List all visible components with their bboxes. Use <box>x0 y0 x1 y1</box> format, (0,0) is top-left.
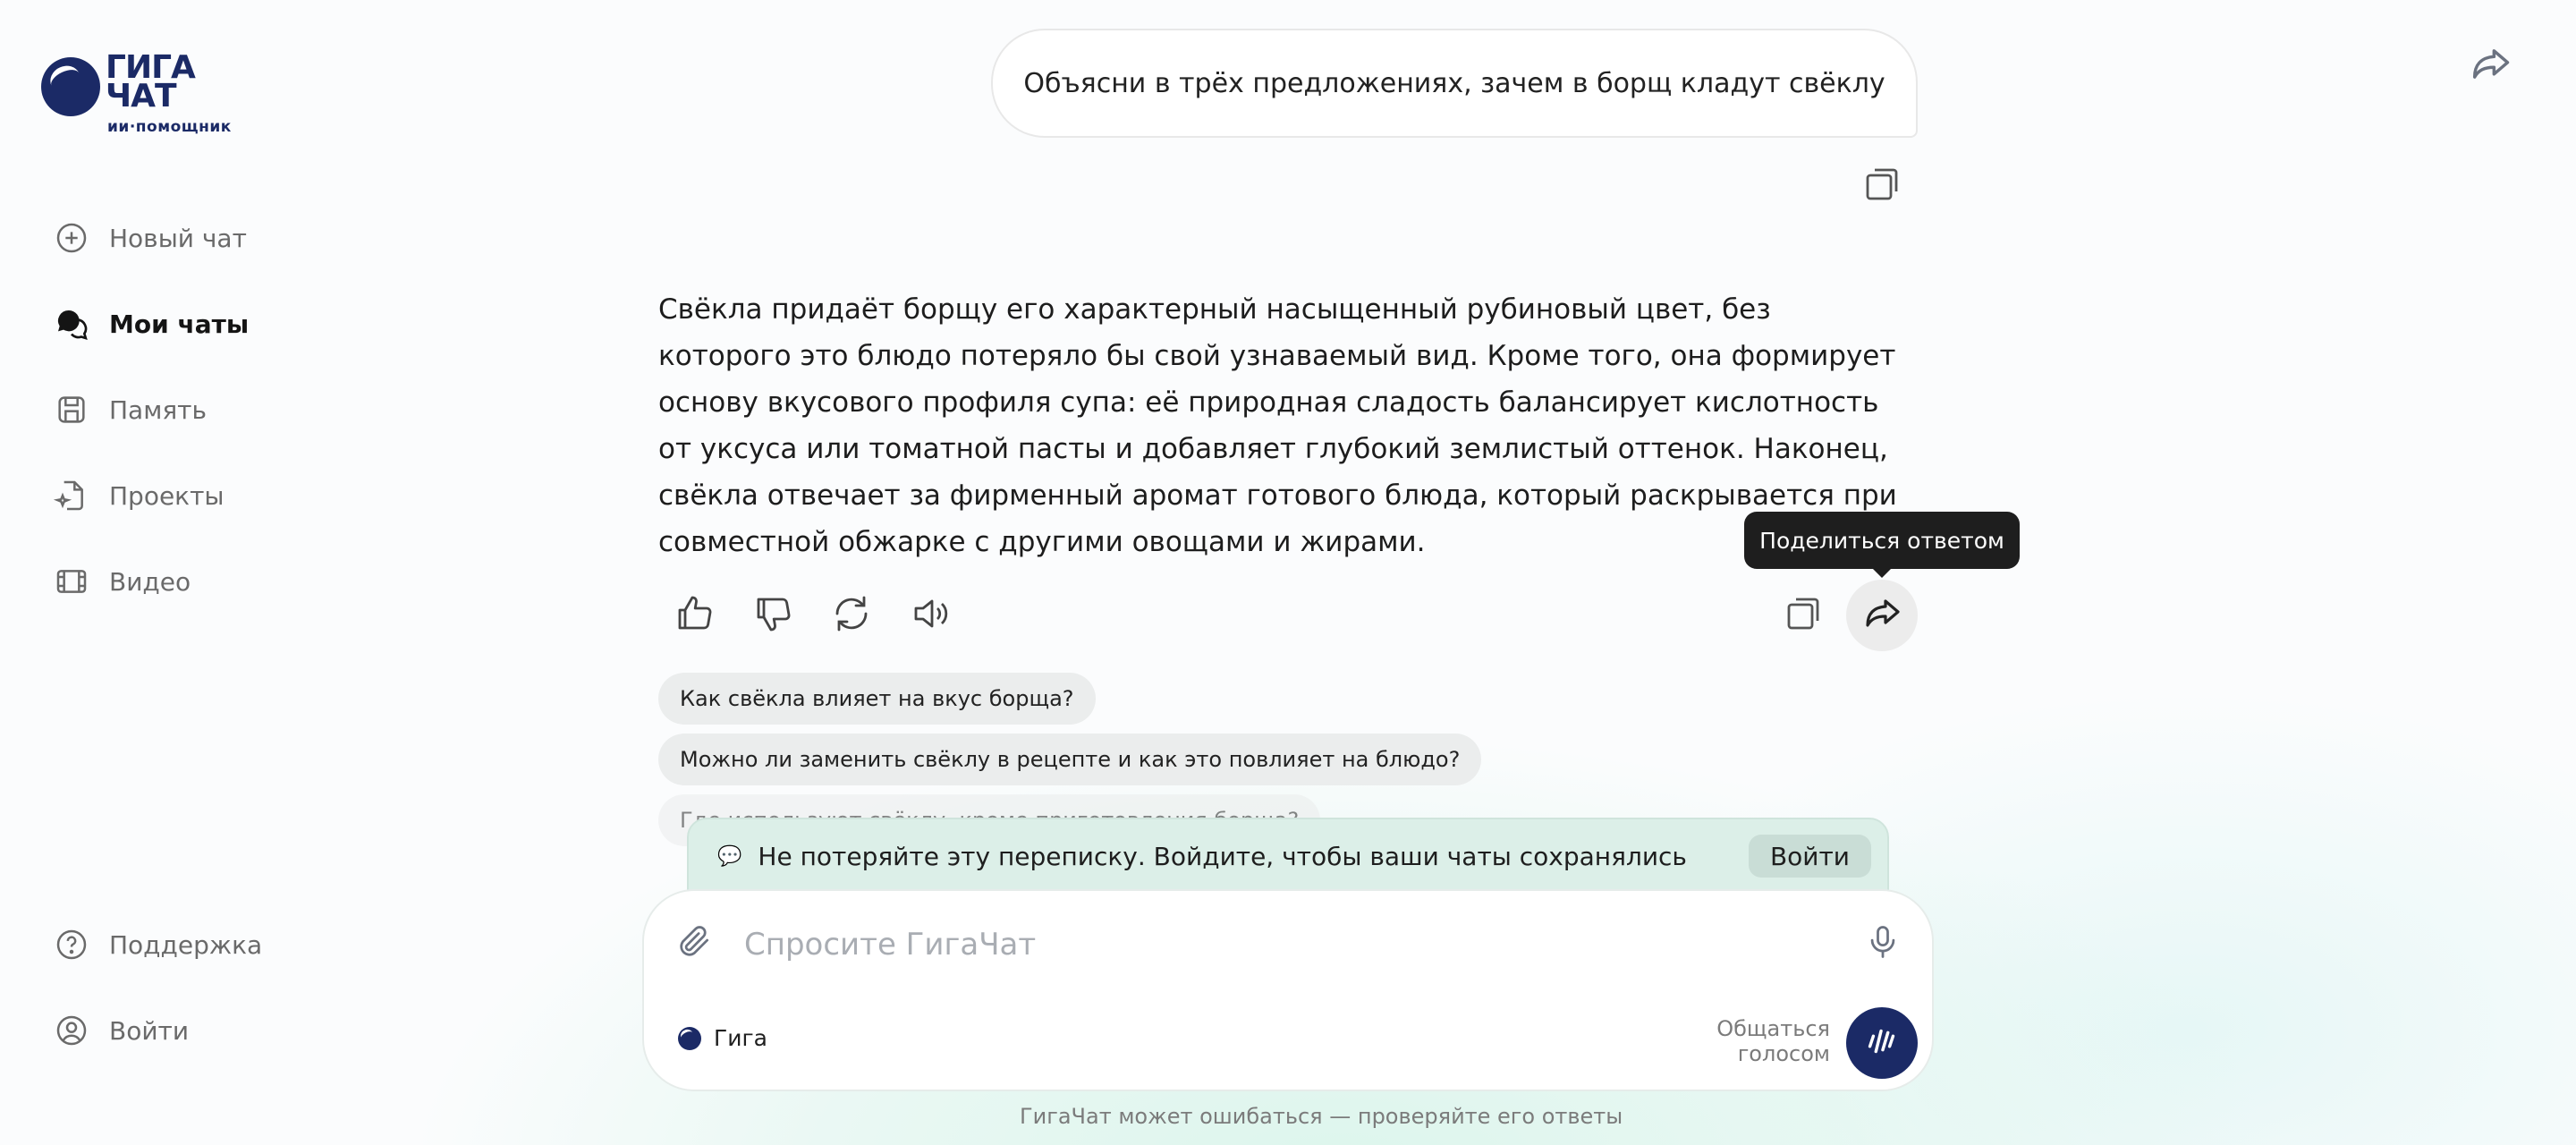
logo-badge-icon <box>41 57 100 116</box>
sidebar-item-login[interactable]: Войти <box>52 1005 338 1056</box>
film-icon <box>52 562 91 601</box>
thumbs-down-icon <box>751 592 794 639</box>
regenerate-button[interactable] <box>816 580 887 651</box>
suggestion-chip[interactable]: Как свёкла влияет на вкус борща? <box>658 673 1096 725</box>
gigachat-logo[interactable]: ГИГА ЧАТ ии·помощник <box>41 49 238 136</box>
sidebar-item-my-chats[interactable]: Мои чаты <box>52 299 338 349</box>
sidebar-nav: Новый чат Мои чаты Память Проекты Видео <box>52 213 338 606</box>
refresh-icon <box>830 592 873 639</box>
voice-label-line: голосом <box>1737 1041 1830 1066</box>
copy-answer-button[interactable] <box>1767 580 1839 651</box>
model-selector[interactable]: Гига <box>678 1025 767 1051</box>
sidebar-bottom-nav: Поддержка Войти <box>52 920 338 1056</box>
sidebar-item-label: Память <box>109 394 207 425</box>
banner-text: Не потеряйте эту переписку. Войдите, что… <box>758 841 1687 871</box>
like-button[interactable] <box>658 580 730 651</box>
giga-model-icon <box>678 1026 701 1050</box>
sidebar-item-support[interactable]: Поддержка <box>52 920 338 970</box>
sidebar-item-label: Новый чат <box>109 223 247 253</box>
share-answer-tooltip: Поделиться ответом <box>1744 512 2020 578</box>
user-circle-icon <box>52 1011 91 1050</box>
sidebar-item-label: Видео <box>109 566 191 597</box>
plus-circle-icon <box>52 218 91 258</box>
assistant-answer: Свёкла придаёт борщу его характерный нас… <box>658 293 1897 558</box>
thumbs-up-icon <box>673 592 716 639</box>
message-input[interactable] <box>744 920 1818 970</box>
logo-subtitle: ии·помощник <box>107 118 232 136</box>
copy-icon <box>1782 592 1825 639</box>
logo-wordmark: ГИГА ЧАТ <box>106 49 196 114</box>
voice-label-line: Общаться <box>1716 1016 1830 1041</box>
voice-mode-button[interactable] <box>1846 1007 1918 1079</box>
dictation-button[interactable] <box>1860 921 1905 966</box>
copy-icon <box>1860 163 1903 209</box>
read-aloud-button[interactable] <box>894 580 966 651</box>
copy-user-message-button[interactable] <box>1846 150 1918 222</box>
dislike-button[interactable] <box>737 580 809 651</box>
sidebar-item-new-chat[interactable]: Новый чат <box>52 213 338 263</box>
sidebar-item-video[interactable]: Видео <box>52 556 338 606</box>
sidebar-item-label: Мои чаты <box>109 309 250 339</box>
message-composer: Гига Общаться голосом <box>642 889 1934 1091</box>
attach-button[interactable] <box>674 921 719 966</box>
chat-bubbles-icon <box>52 304 91 344</box>
suggestion-chip[interactable]: Можно ли заменить свёклу в рецепте и как… <box>658 734 1482 785</box>
share-icon <box>1860 592 1903 639</box>
banner-login-button[interactable]: Войти <box>1748 835 1871 878</box>
share-answer-button[interactable] <box>1846 580 1918 651</box>
user-message-bubble: Объясни в трёх предложениях, зачем в бор… <box>991 29 1918 138</box>
speaker-icon <box>909 592 952 639</box>
paperclip-icon <box>674 926 714 964</box>
user-message-text: Объясни в трёх предложениях, зачем в бор… <box>1023 67 1885 99</box>
sidebar-item-label: Войти <box>109 1015 190 1046</box>
share-icon <box>2467 49 2513 91</box>
help-circle-icon <box>52 925 91 964</box>
sparkle-doc-icon <box>52 476 91 515</box>
model-label: Гига <box>714 1025 767 1051</box>
save-icon <box>52 390 91 429</box>
sidebar-item-projects[interactable]: Проекты <box>52 471 338 521</box>
disclaimer-text: ГигаЧат может ошибаться — проверяйте его… <box>1020 1104 1623 1129</box>
sidebar-item-memory[interactable]: Память <box>52 385 338 435</box>
microphone-icon <box>1863 922 1902 965</box>
waveform-icon <box>1861 1021 1902 1065</box>
answer-actions <box>658 580 966 651</box>
share-chat-button[interactable] <box>2467 41 2521 88</box>
login-reminder-banner: 💬 Не потеряйте эту переписку. Войдите, ч… <box>687 818 1889 895</box>
sidebar-item-label: Проекты <box>109 480 225 511</box>
speech-bubble-icon: 💬 <box>717 844 742 868</box>
voice-mode-label: Общаться голосом <box>1708 1016 1830 1066</box>
sidebar-item-label: Поддержка <box>109 929 263 960</box>
